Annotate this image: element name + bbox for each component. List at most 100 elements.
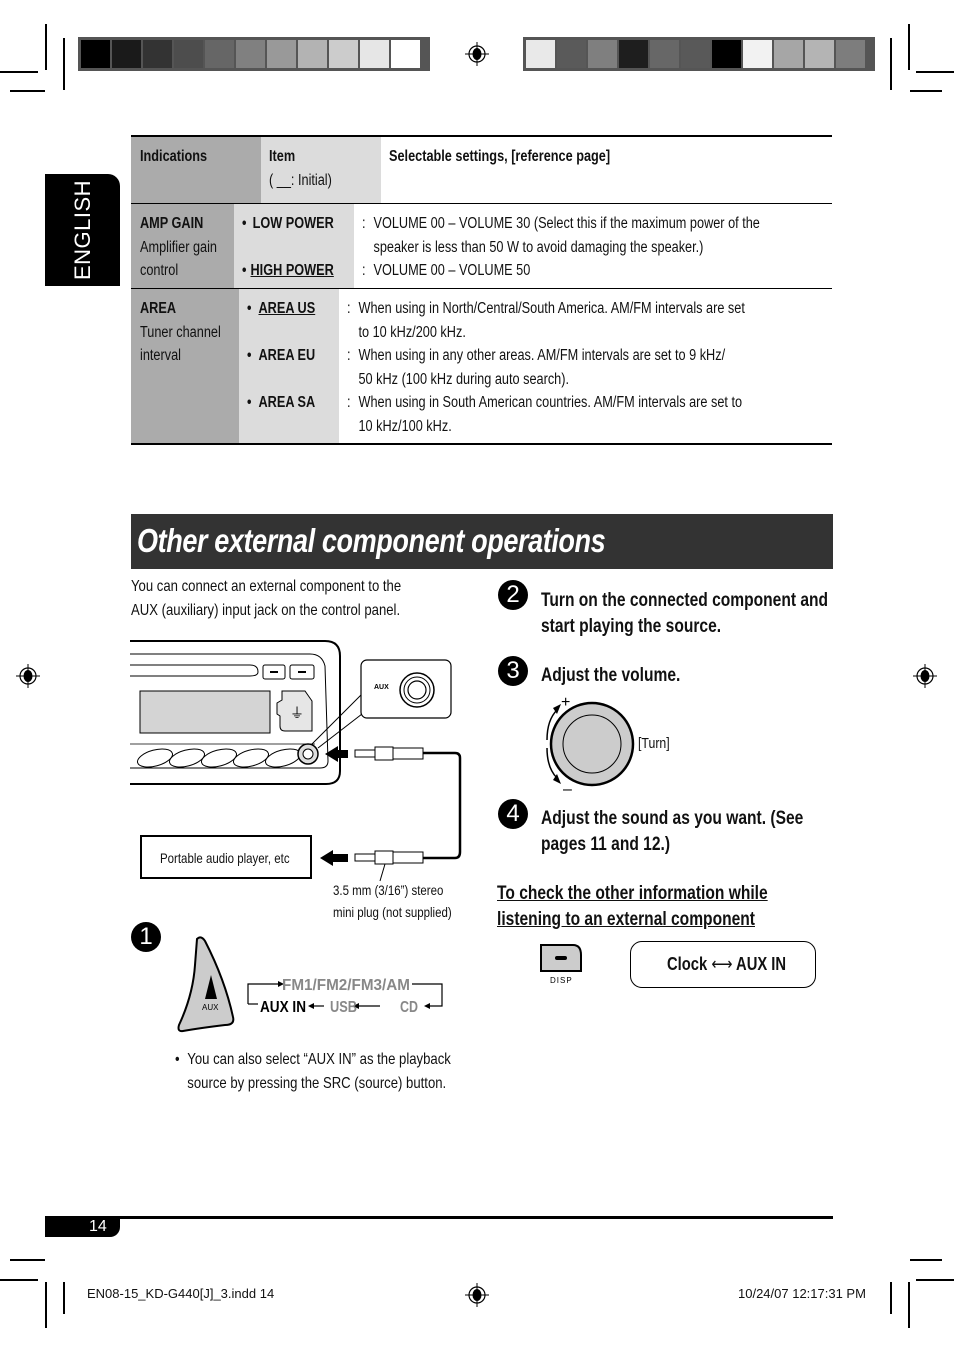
- cycle-aux-in: AUX IN: [260, 999, 306, 1016]
- page-number-tab: 14: [45, 1218, 120, 1237]
- crop-mark: [908, 24, 910, 70]
- setting-line: : VOLUME 00 – VOLUME 30 (Select this if t…: [361, 215, 760, 232]
- item-low-power: • LOW POWER: [241, 215, 334, 232]
- crop-mark: [910, 1259, 942, 1261]
- item-high-power: • HIGH POWER: [241, 262, 334, 279]
- color-swatch: [774, 40, 803, 68]
- color-swatch: [81, 40, 110, 68]
- header-indications: Indications: [140, 148, 208, 165]
- setting-line: : VOLUME 00 – VOLUME 50: [361, 262, 531, 279]
- display-toggle-box: Clock ⟷ AUX IN: [630, 941, 816, 988]
- crop-mark: [0, 71, 38, 73]
- portable-player-box: Portable audio player, etc: [140, 835, 312, 879]
- plug-caption: 3.5 mm (3/16”) stereo mini plug (not sup…: [333, 882, 452, 920]
- info-heading: To check the other information while lis…: [497, 883, 768, 930]
- setting-line: 10 kHz/100 kHz.: [358, 417, 452, 435]
- step-number: 2: [498, 580, 528, 610]
- color-calibration-bar-left: [78, 37, 430, 71]
- disp-button-label: DISP: [550, 976, 573, 985]
- color-swatch: [588, 40, 617, 68]
- color-swatch: [174, 40, 203, 68]
- display-clock: Clock: [667, 954, 708, 974]
- header-item: Item: [269, 148, 296, 165]
- item-area-sa: • AREA SA: [247, 394, 316, 411]
- crop-mark: [63, 1282, 65, 1314]
- indication-title: AMP GAIN: [140, 215, 204, 232]
- footer-filename: EN08-15_KD-G440[J]_3.indd 14: [87, 1286, 275, 1301]
- aux-source-button[interactable]: AUX: [175, 935, 240, 1033]
- volume-plus-label: +: [561, 694, 570, 711]
- crop-mark: [45, 1282, 47, 1328]
- crop-mark: [10, 1259, 45, 1261]
- step-number: 1: [131, 922, 161, 952]
- setting-line: : When using in South American countries.…: [346, 394, 742, 411]
- header-settings: Selectable settings, [reference page]: [389, 148, 611, 165]
- usb-icon: ⏚: [290, 706, 304, 722]
- settings-table: Indications Item ( __: Initial) Selectab…: [131, 135, 848, 445]
- item-area-eu: • AREA EU: [247, 347, 316, 364]
- cycle-usb: USB: [330, 999, 357, 1016]
- crop-mark: [890, 1282, 892, 1314]
- color-swatch: [236, 40, 265, 68]
- step2-title: Turn on the connected component and star…: [541, 590, 829, 637]
- crop-mark: [0, 1279, 38, 1281]
- color-swatch: [619, 40, 648, 68]
- registration-mark-icon: [465, 1283, 489, 1307]
- registration-mark-icon: [465, 42, 489, 66]
- color-swatch: [360, 40, 389, 68]
- section-header: Other external component operations: [131, 514, 833, 569]
- step4-title: Adjust the sound as you want. (See pages…: [541, 808, 804, 855]
- section-title: Other external component operations: [137, 522, 606, 559]
- volume-knob-icon[interactable]: + –: [535, 690, 640, 795]
- step1-note: • You can also select “AUX IN” as the pla…: [175, 1051, 451, 1092]
- footer-rule: [45, 1216, 833, 1219]
- page-number: 14: [89, 1218, 107, 1235]
- color-swatch: [267, 40, 296, 68]
- aux-button-label: AUX: [202, 1003, 219, 1012]
- indication-title: AREA: [140, 300, 177, 317]
- step-number: 4: [498, 799, 528, 829]
- color-swatch: [391, 40, 420, 68]
- color-swatch: [112, 40, 141, 68]
- setting-line: 50 kHz (100 kHz during auto search).: [358, 370, 569, 388]
- color-swatch: [526, 40, 555, 68]
- color-swatch: [650, 40, 679, 68]
- cycle-fm-am: FM1/FM2/FM3/AM: [282, 977, 410, 994]
- header-item-note: ( __: Initial): [269, 171, 332, 189]
- crop-mark: [916, 1279, 954, 1281]
- source-cycle-diagram: FM1/FM2/FM3/AM AUX IN USB CD: [247, 977, 443, 1016]
- footer-timestamp: 10/24/07 12:17:31 PM: [738, 1286, 866, 1301]
- crop-mark: [10, 90, 45, 92]
- table-row-amp-gain: AMP GAIN Amplifier gain control • LOW POW…: [131, 204, 848, 289]
- step-number: 3: [498, 656, 528, 686]
- color-swatch: [805, 40, 834, 68]
- color-swatch: [681, 40, 710, 68]
- color-swatch: [836, 40, 865, 68]
- crop-mark: [916, 71, 954, 73]
- table-header-row: Indications Item ( __: Initial) Selectab…: [131, 137, 832, 204]
- double-arrow-icon: ⟷: [711, 954, 733, 974]
- cycle-cd: CD: [400, 999, 418, 1016]
- indication-desc: Amplifier gain: [140, 238, 218, 256]
- crop-mark: [908, 1282, 910, 1328]
- indication-desc: interval: [140, 347, 181, 364]
- disp-button[interactable]: DISP: [538, 943, 584, 987]
- color-swatch: [743, 40, 772, 68]
- section-intro: You can connect an external component to…: [131, 578, 402, 619]
- indication-desc: control: [140, 262, 179, 279]
- step3-title: Adjust the volume.: [541, 665, 681, 686]
- color-swatch: [298, 40, 327, 68]
- volume-minus-label: –: [563, 781, 572, 795]
- crop-mark: [45, 24, 47, 70]
- language-tab-label: ENGLISH: [69, 179, 95, 281]
- setting-line: : When using in any other areas. AM/FM in…: [346, 347, 725, 364]
- color-swatch: [205, 40, 234, 68]
- crop-mark: [63, 38, 65, 90]
- language-tab: ENGLISH: [45, 174, 120, 286]
- setting-line: speaker is less than 50 W to avoid damag…: [373, 238, 704, 256]
- setting-line: to 10 kHz/200 kHz.: [358, 323, 466, 341]
- color-swatch: [557, 40, 586, 68]
- color-swatch: [329, 40, 358, 68]
- registration-mark-icon: [16, 664, 40, 688]
- setting-line: : When using in North/Central/South Ameri…: [346, 300, 745, 317]
